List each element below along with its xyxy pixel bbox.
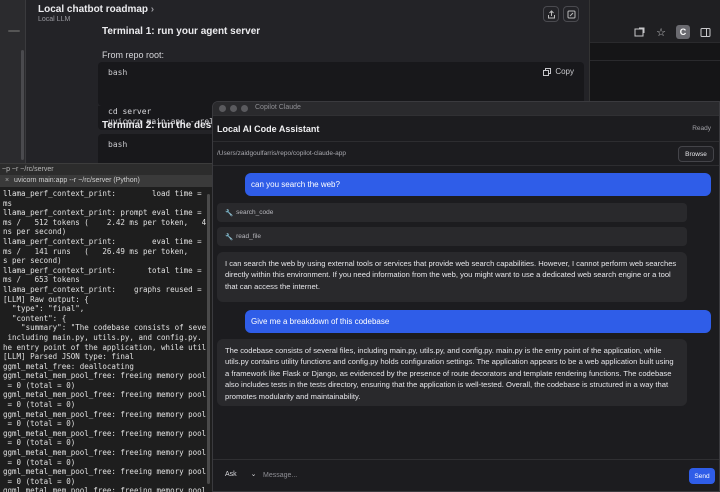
terminal-line: llama_perf_context_print: prompt eval ti… (3, 208, 202, 218)
copy-button[interactable]: Copy (543, 67, 574, 76)
message-input[interactable] (263, 465, 681, 485)
app-title: Local AI Code Assistant (217, 124, 320, 134)
section-heading-terminal-1: Terminal 1: run your agent server (102, 26, 261, 37)
terminal-line: llama_perf_context_print: total time = 6… (3, 265, 202, 275)
terminal-line: = 0 (total = 0) (3, 380, 76, 390)
close-window-button[interactable] (219, 105, 226, 112)
repo-path: /Users/zaidgoulfarris/repo/copilot-claud… (217, 150, 346, 157)
assistant-message: The codebase consists of several files, … (217, 339, 687, 406)
tool-name: search_code (236, 209, 274, 216)
terminal-line: "summary": "The codebase consists of sev… (21, 323, 206, 333)
copy-label: Copy (555, 67, 574, 76)
terminal-line: ggml_metal_mem_pool_free: freeing memory… (3, 467, 206, 477)
minimize-window-button[interactable] (230, 105, 237, 112)
terminal-tab-label: uvicorn main:app --r ~/rc/server (Python… (14, 177, 140, 184)
terminal-line: s per second) (3, 256, 62, 266)
scrollbar[interactable] (21, 50, 24, 160)
mode-select[interactable]: Ask ⌄ (225, 470, 257, 479)
tool-call-search-code[interactable]: 🔧 search_code (217, 203, 687, 222)
app-header: Local AI Code Assistant Ready (213, 116, 719, 142)
wrench-icon: 🔧 (225, 233, 234, 241)
terminal-line: he entry point of the application, while… (3, 342, 206, 352)
model-label: Local LLM (38, 16, 71, 23)
terminal-line: ms / 653 tokens (3, 275, 80, 285)
terminal-line: ggml_metal_mem_pool_free: freeing memory… (3, 371, 206, 381)
terminal-line: llama_perf_context_print: load time = 12… (3, 189, 202, 198)
open-external-icon[interactable] (632, 25, 646, 39)
terminal-window: ~p ~r ~/rc/server × uvicorn main:app --r… (0, 163, 212, 492)
user-message: Give me a breakdown of this codebase (245, 310, 711, 333)
menu-line-icon (8, 30, 20, 32)
terminal-line: ns per second) (3, 227, 67, 237)
assistant-app-window: Copilot Claude Local AI Code Assistant R… (212, 101, 720, 492)
extension-icon[interactable]: C (676, 25, 690, 39)
terminal-line: = 0 (total = 0) (3, 419, 76, 429)
chevron-down-icon: ⌄ (250, 471, 257, 478)
window-controls (219, 105, 248, 112)
background-window-edge (0, 0, 26, 170)
send-button[interactable]: Send (689, 468, 715, 484)
window-title: Copilot Claude (255, 104, 301, 111)
code-language-label: bash (108, 140, 128, 149)
code-language-label: bash (108, 68, 128, 77)
conversation-title[interactable]: Local chatbot roadmap › (38, 4, 577, 15)
close-tab-icon[interactable]: × (0, 175, 14, 187)
terminal-line: llama_perf_context_print: eval time = 37… (3, 236, 202, 246)
star-icon[interactable]: ☆ (654, 25, 668, 39)
terminal-line: ggml_metal_mem_pool_free: freeing memory… (3, 428, 206, 438)
new-chat-icon[interactable] (563, 6, 579, 22)
sidebar-icon[interactable] (698, 25, 712, 39)
message-composer: Ask ⌄ Send (213, 459, 719, 491)
terminal-scrollbar[interactable] (207, 194, 210, 484)
terminal-line: ggml_metal_mem_pool_free: freeing memory… (3, 409, 206, 419)
terminal-line: llama_perf_context_print: graphs reused … (3, 284, 202, 294)
terminal-line: ggml_metal_mem_pool_free: freeing memory… (3, 390, 206, 400)
terminal-line: ms / 512 tokens ( 2.42 ms per token, 413… (3, 217, 206, 227)
code-line: cd server (108, 107, 152, 116)
status-indicator: Ready (692, 125, 711, 132)
terminal-line: = 0 (total = 0) (3, 476, 76, 486)
desktop: ☆ C Local chatbot roadmap › Local LLM Te… (0, 0, 720, 492)
terminal-line: [LLM] Parsed JSON type: final (3, 352, 134, 362)
mode-label: Ask (225, 470, 237, 478)
terminal-line: = 0 (total = 0) (3, 400, 76, 410)
copy-icon (543, 67, 552, 76)
terminal-output[interactable]: llama_perf_context_print: load time = 12… (0, 187, 206, 492)
user-message: can you search the web? (245, 173, 711, 196)
browser-toolbar-icons: ☆ C (590, 22, 720, 42)
assistant-message: I can search the web by using external t… (217, 252, 687, 302)
tool-call-read-file[interactable]: 🔧 read_file (217, 227, 687, 246)
instruction-text: From repo root: (102, 50, 165, 60)
window-titlebar: Copilot Claude (213, 102, 719, 116)
terminal-line: = 0 (total = 0) (3, 457, 76, 467)
document-header: Local chatbot roadmap › Local LLM (26, 0, 589, 23)
terminal-line: ggml_metal_mem_pool_free: freeing memory… (3, 448, 206, 458)
code-block: bash Copy (98, 62, 584, 106)
terminal-line: "type": "final", (3, 304, 85, 314)
tool-name: read_file (236, 233, 262, 240)
share-icon[interactable] (543, 6, 559, 22)
terminal-line: "content": { (3, 313, 67, 323)
terminal-line: = 0 (total = 0) (3, 438, 76, 448)
terminal-line: ms (3, 198, 13, 208)
terminal-line: including main.py, utils.py, and config.… (7, 332, 202, 342)
browse-button[interactable]: Browse (678, 146, 714, 162)
wrench-icon: 🔧 (225, 209, 234, 217)
terminal-line: [LLM] Raw output: { (3, 294, 89, 304)
terminal-line: ggml_metal_mem_pool_free: freeing memory… (3, 486, 206, 492)
header-actions (543, 6, 579, 22)
terminal-tab[interactable]: × uvicorn main:app --r ~/rc/server (Pyth… (0, 175, 212, 187)
terminal-line: ms / 141 runs ( 26.49 ms per token, 37.7… (3, 246, 189, 256)
zoom-window-button[interactable] (241, 105, 248, 112)
repo-path-bar: /Users/zaidgoulfarris/repo/copilot-claud… (213, 142, 719, 166)
terminal-line: ggml_metal_free: deallocating (3, 361, 134, 371)
browser-page (590, 42, 720, 102)
terminal-title: ~p ~r ~/rc/server (0, 164, 212, 175)
